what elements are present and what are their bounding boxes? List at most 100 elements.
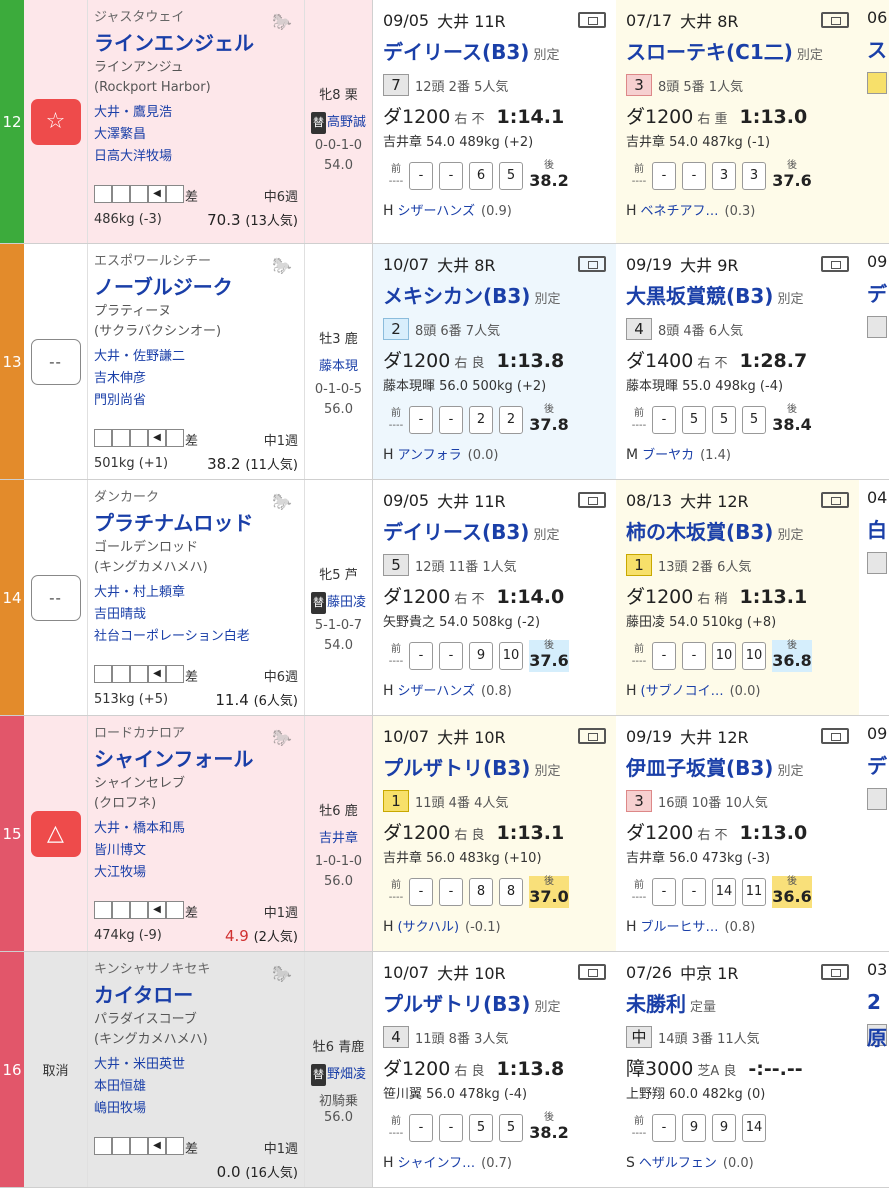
- trainer-link[interactable]: 大井・橋本和馬: [94, 818, 298, 840]
- video-icon[interactable]: [821, 728, 849, 744]
- prediction-mark-button[interactable]: --: [30, 338, 81, 385]
- race-name[interactable]: 大黒坂賞競(B3): [626, 284, 773, 308]
- jockey-link[interactable]: 吉井章: [305, 828, 372, 850]
- jockey-name[interactable]: 吉井章: [319, 831, 358, 846]
- race-name-link[interactable]: 未勝利 定量: [626, 988, 849, 1020]
- race-name-link[interactable]: 柿の木坂賞(B3) 別定: [626, 516, 849, 548]
- video-icon[interactable]: [578, 256, 606, 272]
- mark-cell[interactable]: 取消: [24, 952, 88, 1187]
- past-race-2[interactable]: 07/17 大井 8R スローテキ(C1二) 別定 3 8頭 5番 1人気 ダ1200 右 重…: [616, 0, 860, 243]
- jockey-name[interactable]: 高野誠: [327, 115, 366, 130]
- winner-link[interactable]: シャインフ…: [398, 1156, 476, 1171]
- prediction-mark-button[interactable]: ☆: [30, 98, 81, 145]
- race-name[interactable]: プルザトリ(B3): [383, 756, 530, 780]
- jockey-link[interactable]: 藤本現: [305, 356, 372, 378]
- breeder-link[interactable]: 門別尚省: [94, 390, 298, 412]
- mark-cell[interactable]: --: [24, 244, 88, 479]
- horse-name-link[interactable]: プラチナムロッド: [94, 508, 298, 538]
- winner-link[interactable]: ベネチアフ…: [641, 204, 719, 219]
- horse-row[interactable]: 14 -- ダンカーク 🐎 プラチナムロッド ゴールデンロッド (キングカメハメハ) 大井・村…: [0, 480, 889, 716]
- past-race-1[interactable]: 10/07 大井 8R メキシカン(B3) 別定 2 8頭 6番 7人気 ダ1200 右 良 1…: [373, 244, 617, 479]
- race-name[interactable]: デイリース(B3): [383, 520, 529, 544]
- owner-link[interactable]: 吉田晴哉: [94, 604, 298, 626]
- video-icon[interactable]: [821, 256, 849, 272]
- breeder-link[interactable]: 大江牧場: [94, 862, 298, 884]
- winner-link[interactable]: ブルーヒサ…: [641, 920, 719, 935]
- jockey-change-badge: 替: [310, 592, 326, 614]
- winner-link[interactable]: (サブノコイ…: [641, 684, 724, 699]
- breeder-link[interactable]: 嶋田牧場: [94, 1098, 298, 1120]
- race-name[interactable]: 柿の木坂賞(B3): [626, 520, 773, 544]
- owner-link[interactable]: 大澤繁昌: [94, 124, 298, 146]
- race-name-link[interactable]: スローテキ(C1二) 別定: [626, 36, 849, 68]
- prediction-mark-button[interactable]: --: [30, 574, 81, 621]
- race-name-link[interactable]: プルザトリ(B3) 別定: [383, 752, 606, 784]
- horse-name-link[interactable]: シャインフォール: [94, 744, 298, 774]
- jockey-name[interactable]: 藤田凌: [327, 595, 366, 610]
- horse-name-link[interactable]: ラインエンジェル: [94, 28, 298, 58]
- winner-link[interactable]: シザーハンズ: [398, 204, 475, 219]
- prediction-mark-button[interactable]: △: [30, 810, 81, 857]
- video-icon[interactable]: [578, 492, 606, 508]
- owner-link[interactable]: 皆川博文: [94, 840, 298, 862]
- race-name[interactable]: プルザトリ(B3): [383, 992, 530, 1016]
- past-race-3-partial[interactable]: 09 デ: [859, 244, 889, 479]
- winner-link[interactable]: ヘザルフェン: [639, 1156, 717, 1171]
- trainer-link[interactable]: 大井・米田英世: [94, 1054, 298, 1076]
- past-race-3-partial[interactable]: 09 デ: [859, 716, 889, 951]
- trainer-link[interactable]: 大井・佐野謙二: [94, 346, 298, 368]
- video-icon[interactable]: [821, 964, 849, 980]
- owner-link[interactable]: 本田恒雄: [94, 1076, 298, 1098]
- past-race-2[interactable]: 09/19 大井 12R 伊皿子坂賞(B3) 別定 3 16頭 10番 10人気 ダ1200…: [616, 716, 860, 951]
- jockey-link[interactable]: 替高野誠: [305, 112, 372, 134]
- race-name[interactable]: 伊皿子坂賞(B3): [626, 756, 773, 780]
- horse-row[interactable]: 12 ☆ ジャスタウェイ 🐎 ラインエンジェル ラインアンジュ (Rockport Harb…: [0, 0, 889, 244]
- video-icon[interactable]: [578, 964, 606, 980]
- race-name[interactable]: デイリース(B3): [383, 40, 529, 64]
- race-name-link[interactable]: デイリース(B3) 別定: [383, 516, 606, 548]
- video-icon[interactable]: [821, 492, 849, 508]
- past-race-1[interactable]: 10/07 大井 10R プルザトリ(B3) 別定 4 11頭 8番 3人気 ダ1200 右 …: [373, 952, 617, 1187]
- race-name-link[interactable]: メキシカン(B3) 別定: [383, 280, 606, 312]
- past-race-3-partial[interactable]: 06 ス: [859, 0, 889, 243]
- past-race-2[interactable]: 07/26 中京 1R 未勝利 定量中 14頭 3番 11人気 障3000 芝A 良 -:--…: [616, 952, 860, 1187]
- past-race-1[interactable]: 09/05 大井 11R デイリース(B3) 別定 5 12頭 11番 1人気 ダ1200 右…: [373, 480, 617, 715]
- trainer-link[interactable]: 大井・鷹見浩: [94, 102, 298, 124]
- mark-cell[interactable]: ☆: [24, 0, 88, 243]
- video-icon[interactable]: [578, 728, 606, 744]
- mark-cell[interactable]: --: [24, 480, 88, 715]
- winner-link[interactable]: アンフォラ: [398, 448, 462, 463]
- horse-row[interactable]: 15 △ ロードカナロア 🐎 シャインフォール シャインセレブ (クロフネ) 大井・橋本和馬皆…: [0, 716, 889, 952]
- winner-link[interactable]: シザーハンズ: [398, 684, 475, 699]
- race-name[interactable]: 未勝利: [626, 992, 686, 1016]
- jockey-name[interactable]: 藤本現: [319, 359, 358, 374]
- winner-link[interactable]: ブーヤカ: [642, 448, 694, 463]
- owner-link[interactable]: 吉木伸彦: [94, 368, 298, 390]
- race-name-link[interactable]: 大黒坂賞競(B3) 別定: [626, 280, 849, 312]
- breeder-link[interactable]: 日高大洋牧場: [94, 146, 298, 168]
- winner-link[interactable]: (サクハル): [398, 920, 460, 935]
- horse-name-link[interactable]: カイタロー: [94, 980, 298, 1010]
- past-race-3-partial[interactable]: 03 2原: [859, 952, 889, 1187]
- past-race-2[interactable]: 08/13 大井 12R 柿の木坂賞(B3) 別定 1 13頭 2番 6人気 ダ1200 右 …: [616, 480, 860, 715]
- breeder-link[interactable]: 社台コーポレーション白老: [94, 626, 298, 648]
- past-race-1[interactable]: 09/05 大井 11R デイリース(B3) 別定 7 12頭 2番 5人気 ダ1200 右 …: [373, 0, 617, 243]
- jockey-link[interactable]: 替藤田凌: [305, 592, 372, 614]
- past-race-3-partial[interactable]: 04 白: [859, 480, 889, 715]
- horse-row[interactable]: 16 取消 キンシャサノキセキ 🐎 カイタロー パラダイスコーブ (キングカメハメハ) 大井・…: [0, 952, 889, 1188]
- race-name-link[interactable]: 伊皿子坂賞(B3) 別定: [626, 752, 849, 784]
- mark-cell[interactable]: △: [24, 716, 88, 951]
- race-name[interactable]: スローテキ(C1二): [626, 40, 793, 64]
- jockey-name[interactable]: 野畑凌: [327, 1067, 366, 1082]
- jockey-link[interactable]: 替野畑凌: [305, 1064, 372, 1086]
- video-icon[interactable]: [821, 12, 849, 28]
- trainer-link[interactable]: 大井・村上頼章: [94, 582, 298, 604]
- past-race-1[interactable]: 10/07 大井 10R プルザトリ(B3) 別定 1 11頭 4番 4人気 ダ1200 右 …: [373, 716, 617, 951]
- horse-row[interactable]: 13 -- エスポワールシチー 🐎 ノーブルジーク プラティーヌ (サクラバクシンオー) 大井…: [0, 244, 889, 480]
- video-icon[interactable]: [578, 12, 606, 28]
- race-name-link[interactable]: プルザトリ(B3) 別定: [383, 988, 606, 1020]
- past-race-2[interactable]: 09/19 大井 9R 大黒坂賞競(B3) 別定 4 8頭 4番 6人気 ダ1400 右 不 1…: [616, 244, 860, 479]
- race-name[interactable]: メキシカン(B3): [383, 284, 530, 308]
- horse-name-link[interactable]: ノーブルジーク: [94, 272, 298, 302]
- race-name-link[interactable]: デイリース(B3) 別定: [383, 36, 606, 68]
